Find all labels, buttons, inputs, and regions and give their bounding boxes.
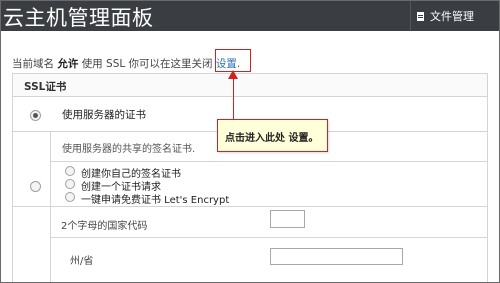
topbar-divider xyxy=(410,1,411,31)
ssl-panel-header: SSL证书 xyxy=(13,74,487,97)
self-signed-radio[interactable] xyxy=(65,166,75,176)
province-input[interactable] xyxy=(270,248,403,265)
page-title: 云主机管理面板 xyxy=(3,6,154,30)
top-bar: 云主机管理面板 文件管理 xyxy=(1,1,499,31)
annotation-arrow-head xyxy=(228,70,238,79)
lets-encrypt-radio[interactable] xyxy=(65,192,75,202)
custom-cert-row: 创建你自己的签名证书 创建一个证书请求 一键申请免费证书 Let's Encry… xyxy=(13,162,487,207)
notice-middle: 使用 SSL 你可以在这里关闭 xyxy=(81,58,213,70)
window-frame: 云主机管理面板 文件管理 当前域名 允许 使用 SSL 你可以在这里关闭 设置.… xyxy=(0,0,500,283)
province-row: 州/省 xyxy=(50,238,488,282)
lets-encrypt-label: 一键申请免费证书 Let's Encrypt xyxy=(81,195,230,206)
server-cert-desc: 使用服务器的共享的签名证书. xyxy=(62,144,196,155)
cert-request-radio[interactable] xyxy=(65,179,75,189)
annotation-callout: 点击进入此处 设置。 xyxy=(217,119,328,152)
province-label: 州/省 xyxy=(70,256,94,267)
server-cert-radio[interactable] xyxy=(30,110,41,121)
server-cert-label: 使用服务器的证书 xyxy=(62,109,146,121)
country-code-row: 2个字母的国家代码 xyxy=(50,207,488,238)
ssl-section-title: SSL证书 xyxy=(24,81,67,93)
ssl-panel: SSL证书 使用服务器的证书 使用服务器的共享的签名证书. 创建你自己的签名证书… xyxy=(12,73,488,282)
callout-text: 点击进入此处 设置。 xyxy=(225,133,319,144)
country-code-label: 2个字母的国家代码 xyxy=(61,221,148,232)
ssl-notice: 当前域名 允许 使用 SSL 你可以在这里关闭 设置. xyxy=(12,56,240,71)
notice-allow: 允许 xyxy=(57,58,79,70)
country-code-input[interactable] xyxy=(270,210,305,228)
document-icon xyxy=(417,12,424,21)
notice-prefix: 当前域名 xyxy=(12,58,54,70)
file-manager-label: 文件管理 xyxy=(430,10,474,23)
highlight-box xyxy=(215,49,251,72)
file-manager-button[interactable]: 文件管理 xyxy=(417,8,474,24)
custom-cert-options: 创建你自己的签名证书 创建一个证书请求 一键申请免费证书 Let's Encry… xyxy=(50,162,488,206)
custom-cert-radio[interactable] xyxy=(30,181,41,192)
